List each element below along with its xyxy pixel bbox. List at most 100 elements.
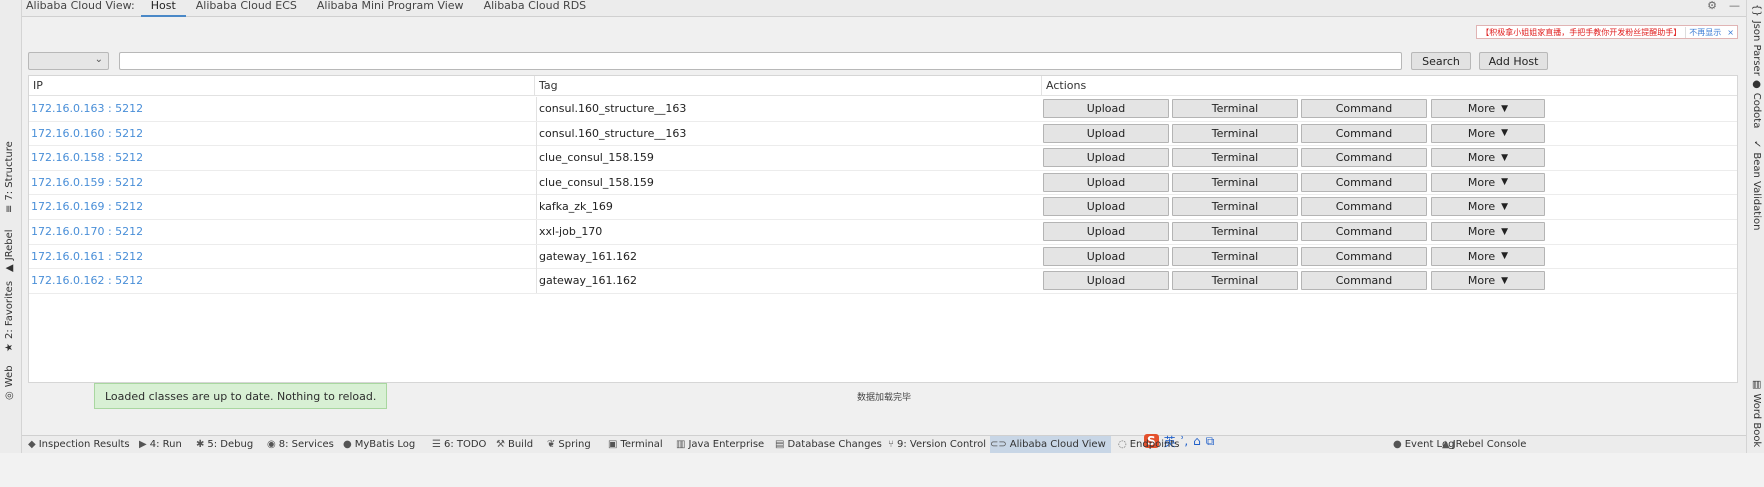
table-row[interactable]: 172.16.0.162 : 5212 gateway_161.162 Upload… (29, 269, 1737, 294)
upload-button[interactable]: Upload (1043, 148, 1169, 168)
more-dropdown-button[interactable]: More ▼ (1431, 172, 1545, 192)
tab-alibaba-cloud-ecs[interactable]: Alibaba Cloud ECS (186, 0, 307, 11)
ime-punctuation-toggle[interactable]: ʾ, (1181, 434, 1189, 448)
more-dropdown-button[interactable]: More ▼ (1431, 246, 1545, 266)
bottom-tab-jrebel-console[interactable]: ▲ JRebel Console (1442, 436, 1538, 453)
command-button[interactable]: Command (1301, 222, 1427, 241)
bottom-tab-spring[interactable]: ❦ Spring (547, 436, 605, 453)
terminal-button[interactable]: Terminal (1172, 246, 1298, 266)
bottom-tab-endpoints[interactable]: ◌ Endpoints (1118, 436, 1179, 453)
command-button[interactable]: Command (1301, 148, 1427, 168)
add-host-button[interactable]: Add Host (1479, 52, 1548, 70)
terminal-button[interactable]: Terminal (1172, 123, 1298, 143)
column-header-ip[interactable]: IP (29, 76, 534, 96)
more-dropdown-button[interactable]: More ▼ (1431, 222, 1545, 241)
bottom-tab-java-enterprise[interactable]: ▥ Java Enterprise (676, 436, 772, 453)
close-icon[interactable]: × (1724, 28, 1737, 37)
terminal-button[interactable]: Terminal (1172, 222, 1298, 241)
host-ip-link[interactable]: 172.16.0.158 : 5212 (31, 146, 143, 170)
star-icon: ★ (4, 343, 15, 352)
upload-button[interactable]: Upload (1043, 222, 1169, 241)
host-ip-link[interactable]: 172.16.0.163 : 5212 (31, 97, 143, 121)
filter-row: ⌄ Search Add Host (28, 52, 1738, 70)
host-ip-link[interactable]: 172.16.0.159 : 5212 (31, 171, 143, 195)
bottom-tab-debug[interactable]: ✱ 5: Debug (196, 436, 264, 453)
tab-alibaba-mini-program-view[interactable]: Alibaba Mini Program View (307, 0, 474, 11)
host-ip-link[interactable]: 172.16.0.161 : 5212 (31, 245, 143, 269)
bottom-tab-alibaba-cloud-view[interactable]: ⊂⊃ Alibaba Cloud View (990, 436, 1111, 453)
terminal-button[interactable]: Terminal (1172, 172, 1298, 192)
bean-validation-side-tab[interactable]: ✓ Bean Validation (1751, 140, 1762, 230)
bottom-tab-label: 6: TODO (443, 439, 487, 450)
bottom-tab-inspection-results[interactable]: ◆ Inspection Results (28, 436, 132, 453)
word-book-side-tab[interactable]: ▤ Word Book (1751, 380, 1762, 447)
run-icon: ▶ (139, 439, 147, 450)
host-ip-link[interactable]: 172.16.0.162 : 5212 (31, 269, 143, 293)
todo-icon: ☰ (432, 439, 441, 450)
more-dropdown-button[interactable]: More ▼ (1431, 99, 1545, 118)
upload-button[interactable]: Upload (1043, 123, 1169, 143)
command-button[interactable]: Command (1301, 123, 1427, 143)
structure-side-tab[interactable]: ≡ 7: Structure (4, 141, 15, 213)
table-row[interactable]: 172.16.0.170 : 5212 xxl-job_170 Upload Term… (29, 220, 1737, 245)
column-header-actions[interactable]: Actions (1041, 76, 1541, 96)
command-button[interactable]: Command (1301, 271, 1427, 291)
more-dropdown-button[interactable]: More ▼ (1431, 148, 1545, 168)
command-button[interactable]: Command (1301, 197, 1427, 217)
upload-button[interactable]: Upload (1043, 246, 1169, 266)
ime-tool-icon[interactable]: ⌂ (1193, 434, 1201, 448)
more-dropdown-button[interactable]: More ▼ (1431, 271, 1545, 291)
terminal-button[interactable]: Terminal (1172, 148, 1298, 168)
terminal-button[interactable]: Terminal (1172, 271, 1298, 291)
debug-icon: ✱ (196, 439, 205, 450)
command-button[interactable]: Command (1301, 246, 1427, 266)
column-header-tag[interactable]: Tag (534, 76, 1041, 96)
favorites-side-tab[interactable]: ★ 2: Favorites (4, 281, 15, 352)
hide-icon[interactable]: — (1723, 0, 1746, 11)
upload-button[interactable]: Upload (1043, 99, 1169, 118)
more-dropdown-button[interactable]: More ▼ (1431, 123, 1545, 143)
host-ip-link[interactable]: 172.16.0.169 : 5212 (31, 195, 143, 219)
bottom-tab-run[interactable]: ▶ 4: Run (139, 436, 194, 453)
bottom-tab-mybatis-log[interactable]: ● MyBatis Log (343, 436, 429, 453)
host-tag: gateway_161.162 (536, 244, 637, 269)
promo-banner-message[interactable]: 【积极拿小姐姐家直播，手把手教你开发粉丝提醒助手】 (1477, 27, 1685, 38)
jrebel-side-tab[interactable]: ▲ JRebel (4, 229, 15, 272)
host-filter-select[interactable]: ⌄ (28, 52, 109, 70)
bottom-tab-event-log[interactable]: ● Event Log (1393, 436, 1454, 453)
tab-host[interactable]: Host (140, 0, 186, 17)
bottom-tab-todo[interactable]: ☰ 6: TODO (432, 436, 492, 453)
web-side-tab[interactable]: ◎ Web (4, 365, 15, 400)
table-row[interactable]: 172.16.0.163 : 5212 consul.160_structure_… (29, 97, 1737, 122)
terminal-button[interactable]: Terminal (1172, 99, 1298, 118)
left-tool-strip: ≡ 7: Structure ▲ JRebel ★ 2: Favorites ◎… (0, 0, 22, 487)
upload-button[interactable]: Upload (1043, 172, 1169, 192)
table-row[interactable]: 172.16.0.160 : 5212 consul.160_structure_… (29, 121, 1737, 147)
gear-icon[interactable]: ⚙ (1701, 0, 1723, 11)
bottom-tab-database-changes[interactable]: ▤ Database Changes (775, 436, 885, 453)
bottom-tab-build[interactable]: ⚒ Build (496, 436, 542, 453)
codota-side-tab[interactable]: ● Codota (1751, 80, 1762, 128)
more-dropdown-button[interactable]: More ▼ (1431, 197, 1545, 217)
jrebel-reload-toast[interactable]: Loaded classes are up to date. Nothing t… (94, 383, 388, 409)
bottom-tab-terminal[interactable]: ▣ Terminal (608, 436, 672, 453)
table-row[interactable]: 172.16.0.169 : 5212 kafka_zk_169 Upload Ter… (29, 195, 1737, 220)
json-parser-side-tab[interactable]: {} Json Parser (1751, 4, 1762, 76)
bottom-tab-version-control[interactable]: ⑂ 9: Version Control (888, 436, 986, 453)
host-ip-link[interactable]: 172.16.0.170 : 5212 (31, 220, 143, 244)
ime-window-icon[interactable]: ⧉ (1206, 434, 1215, 449)
table-row[interactable]: 172.16.0.159 : 5212 clue_consul_158.159 Up… (29, 170, 1737, 196)
search-button[interactable]: Search (1411, 52, 1471, 70)
upload-button[interactable]: Upload (1043, 271, 1169, 291)
upload-button[interactable]: Upload (1043, 197, 1169, 217)
host-ip-link[interactable]: 172.16.0.160 : 5212 (31, 122, 143, 146)
tab-alibaba-cloud-rds[interactable]: Alibaba Cloud RDS (474, 0, 597, 11)
search-input[interactable] (119, 52, 1402, 70)
terminal-button[interactable]: Terminal (1172, 197, 1298, 217)
command-button[interactable]: Command (1301, 99, 1427, 118)
bottom-tab-services[interactable]: ◉ 8: Services (267, 436, 339, 453)
table-row[interactable]: 172.16.0.158 : 5212 clue_consul_158.159 Up… (29, 146, 1737, 171)
command-button[interactable]: Command (1301, 172, 1427, 192)
promo-banner-dismiss-link[interactable]: 不再显示 (1685, 26, 1724, 38)
table-row[interactable]: 172.16.0.161 : 5212 gateway_161.162 Upload… (29, 244, 1737, 270)
